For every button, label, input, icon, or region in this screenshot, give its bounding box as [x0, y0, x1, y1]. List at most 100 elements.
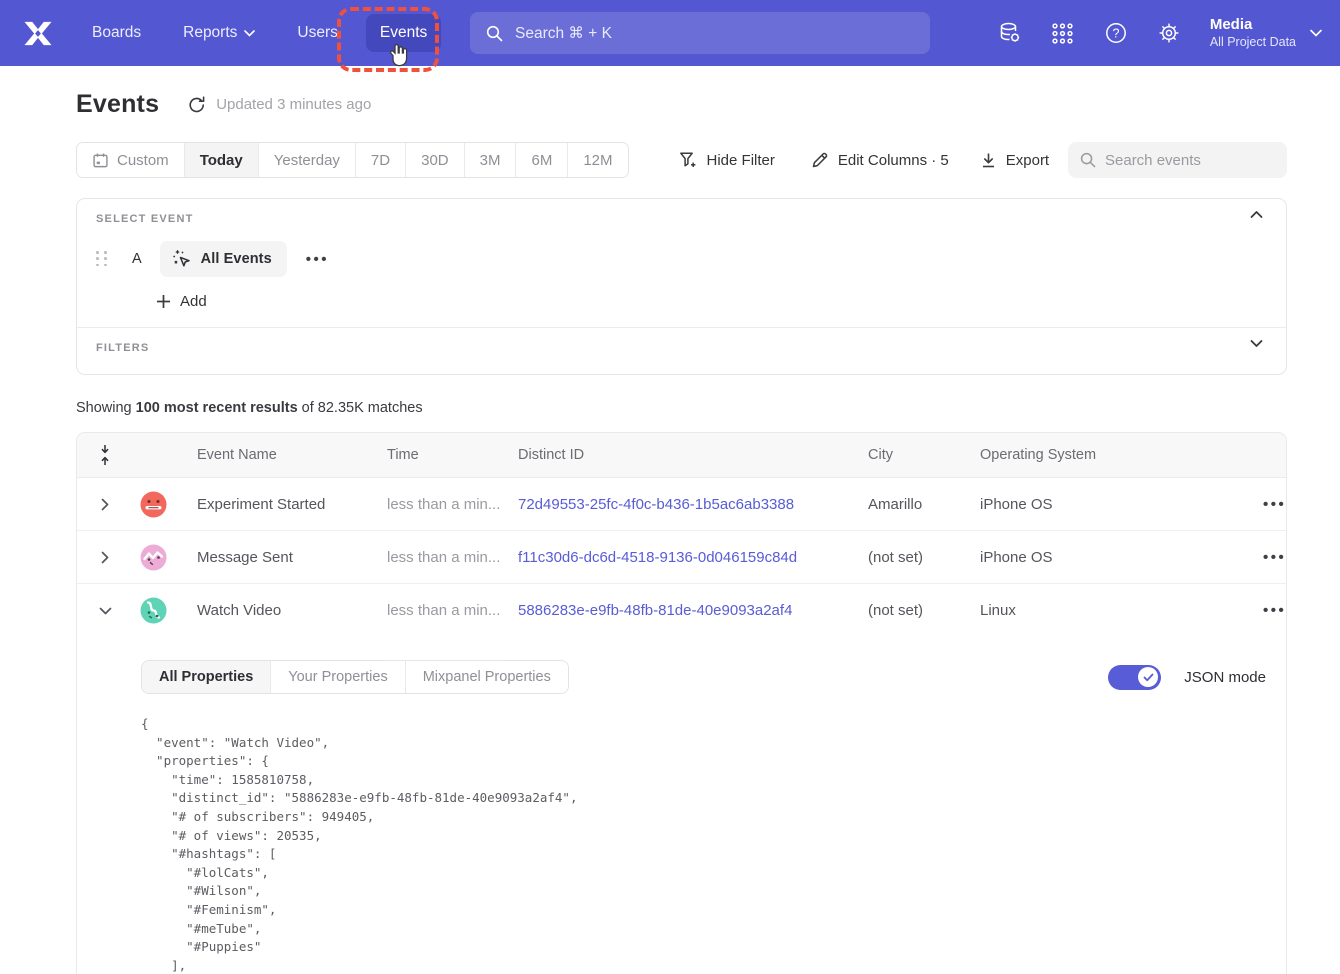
- check-icon: [1143, 673, 1154, 682]
- tab-mixpanel-properties[interactable]: Mixpanel Properties: [406, 661, 568, 693]
- json-mode-toggle[interactable]: [1108, 665, 1161, 690]
- event-city: (not set): [868, 549, 980, 566]
- project-selector[interactable]: Media All Project Data: [1210, 15, 1322, 51]
- hide-filter-button[interactable]: Hide Filter: [679, 151, 775, 169]
- event-avatar: [140, 544, 167, 571]
- event-os: iPhone OS: [980, 496, 1187, 513]
- add-event-button[interactable]: Add: [156, 293, 207, 310]
- distinct-id-link[interactable]: 72d49553-25fc-4f0c-b436-1b5ac6ab3388: [518, 496, 868, 513]
- date-range-label: 3M: [480, 152, 501, 169]
- divider: [77, 327, 1286, 328]
- event-avatar: [140, 491, 167, 518]
- chevron-down-icon: [1310, 29, 1322, 37]
- nav-item-boards[interactable]: Boards: [78, 14, 155, 52]
- column-distinct-id: Distinct ID: [518, 447, 868, 463]
- calendar-icon: [92, 152, 109, 169]
- event-detail-panel: All Properties Your Properties Mixpanel …: [77, 660, 1286, 974]
- search-events-input[interactable]: Search events: [1068, 142, 1287, 178]
- date-range-label: Today: [200, 152, 243, 169]
- distinct-id-link[interactable]: f11c30d6-dc6d-4518-9136-0d046159c84d: [518, 549, 868, 566]
- event-chip-label: All Events: [201, 251, 272, 267]
- date-range-30d[interactable]: 30D: [406, 143, 465, 177]
- date-range-6m[interactable]: 6M: [516, 143, 568, 177]
- chevron-down-icon[interactable]: [1250, 339, 1272, 361]
- event-os: Linux: [980, 602, 1187, 619]
- add-label: Add: [180, 293, 207, 310]
- column-event-name: Event Name: [197, 447, 387, 463]
- edit-columns-button[interactable]: Edit Columns · 5: [811, 151, 949, 169]
- edit-columns-label: Edit Columns · 5: [838, 152, 949, 169]
- page-title: Events: [76, 90, 159, 119]
- row-more-icon[interactable]: •••: [1263, 496, 1286, 513]
- event-name[interactable]: Message Sent: [197, 549, 387, 566]
- tab-all-properties[interactable]: All Properties: [142, 661, 271, 693]
- search-placeholder: Search ⌘ + K: [515, 24, 612, 43]
- nav-menu: Boards Reports Users Events: [78, 14, 441, 52]
- tab-your-properties[interactable]: Your Properties: [271, 661, 405, 693]
- export-button[interactable]: Export: [980, 152, 1049, 169]
- date-range-custom[interactable]: Custom: [77, 143, 185, 177]
- date-range-label: 12M: [583, 152, 612, 169]
- chevron-right-icon[interactable]: [91, 490, 119, 518]
- pencil-icon: [811, 151, 829, 169]
- refresh-icon[interactable]: [187, 95, 207, 115]
- date-range-label: Custom: [117, 152, 169, 169]
- event-os: iPhone OS: [980, 549, 1187, 566]
- settings-gear-icon[interactable]: [1157, 21, 1181, 45]
- search-icon: [486, 25, 503, 42]
- row-more-icon[interactable]: •••: [1263, 602, 1286, 619]
- distinct-id-link[interactable]: 5886283e-e9fb-48fb-81de-40e9093a2af4: [518, 602, 868, 619]
- event-city: Amarillo: [868, 496, 980, 513]
- event-row-letter: A: [132, 251, 142, 267]
- event-name[interactable]: Experiment Started: [197, 496, 387, 513]
- help-icon[interactable]: ?: [1104, 21, 1128, 45]
- nav-item-users[interactable]: Users: [283, 14, 351, 52]
- event-more-icon[interactable]: •••: [306, 251, 329, 268]
- divider: [386, 660, 502, 661]
- event-selector-chip[interactable]: All Events: [160, 241, 287, 277]
- nav-item-label: Boards: [92, 24, 141, 42]
- table-row: Message Sent less than a min... f11c30d6…: [77, 531, 1286, 584]
- mixpanel-logo-icon[interactable]: [20, 18, 56, 48]
- drag-handle-icon[interactable]: [96, 251, 108, 267]
- date-range-yesterday[interactable]: Yesterday: [259, 143, 356, 177]
- summary-count: 100 most recent results: [136, 400, 298, 416]
- sparkle-cursor-icon: [172, 249, 192, 269]
- filters-label: FILTERS: [96, 342, 149, 354]
- event-time: less than a min...: [387, 602, 518, 619]
- cursor-hand-icon: [388, 44, 409, 68]
- events-page: Boards Reports Users Events Search ⌘ + K: [0, 0, 1340, 974]
- date-range-today[interactable]: Today: [185, 143, 259, 177]
- toggle-knob: [1138, 667, 1158, 687]
- chevron-down-icon: [244, 30, 255, 37]
- summary-prefix: Showing: [76, 400, 136, 416]
- date-range-3m[interactable]: 3M: [465, 143, 517, 177]
- row-more-icon[interactable]: •••: [1263, 549, 1286, 566]
- query-builder-card: SELECT EVENT A All Events •••: [76, 198, 1287, 375]
- global-search-input[interactable]: Search ⌘ + K: [470, 12, 930, 54]
- data-management-icon[interactable]: [998, 21, 1022, 45]
- column-time: Time: [387, 447, 518, 463]
- svg-text:?: ?: [1112, 26, 1119, 40]
- table-header-row: Event Name Time Distinct ID City Operati…: [77, 433, 1286, 478]
- search-icon: [1080, 152, 1096, 168]
- project-name: Media: [1210, 15, 1296, 34]
- column-os: Operating System: [980, 447, 1187, 463]
- chevron-down-icon[interactable]: [91, 597, 119, 625]
- event-time: less than a min...: [387, 549, 518, 566]
- collapse-all-icon[interactable]: [77, 443, 133, 467]
- date-range-label: 7D: [371, 152, 390, 169]
- nav-item-reports[interactable]: Reports: [169, 14, 269, 52]
- project-subtitle: All Project Data: [1210, 34, 1296, 51]
- event-name[interactable]: Watch Video: [197, 602, 387, 619]
- chevron-up-icon[interactable]: [1250, 210, 1272, 232]
- hide-filter-label: Hide Filter: [707, 152, 775, 169]
- navbar-right: ? Media All Project Data: [998, 0, 1322, 66]
- search-events-placeholder: Search events: [1105, 152, 1201, 169]
- apps-grid-icon[interactable]: [1051, 21, 1075, 45]
- date-range-7d[interactable]: 7D: [356, 143, 406, 177]
- chevron-right-icon[interactable]: [91, 543, 119, 571]
- json-viewer[interactable]: { "event": "Watch Video", "properties": …: [141, 715, 1286, 974]
- date-range-12m[interactable]: 12M: [568, 143, 627, 177]
- download-icon: [980, 152, 997, 169]
